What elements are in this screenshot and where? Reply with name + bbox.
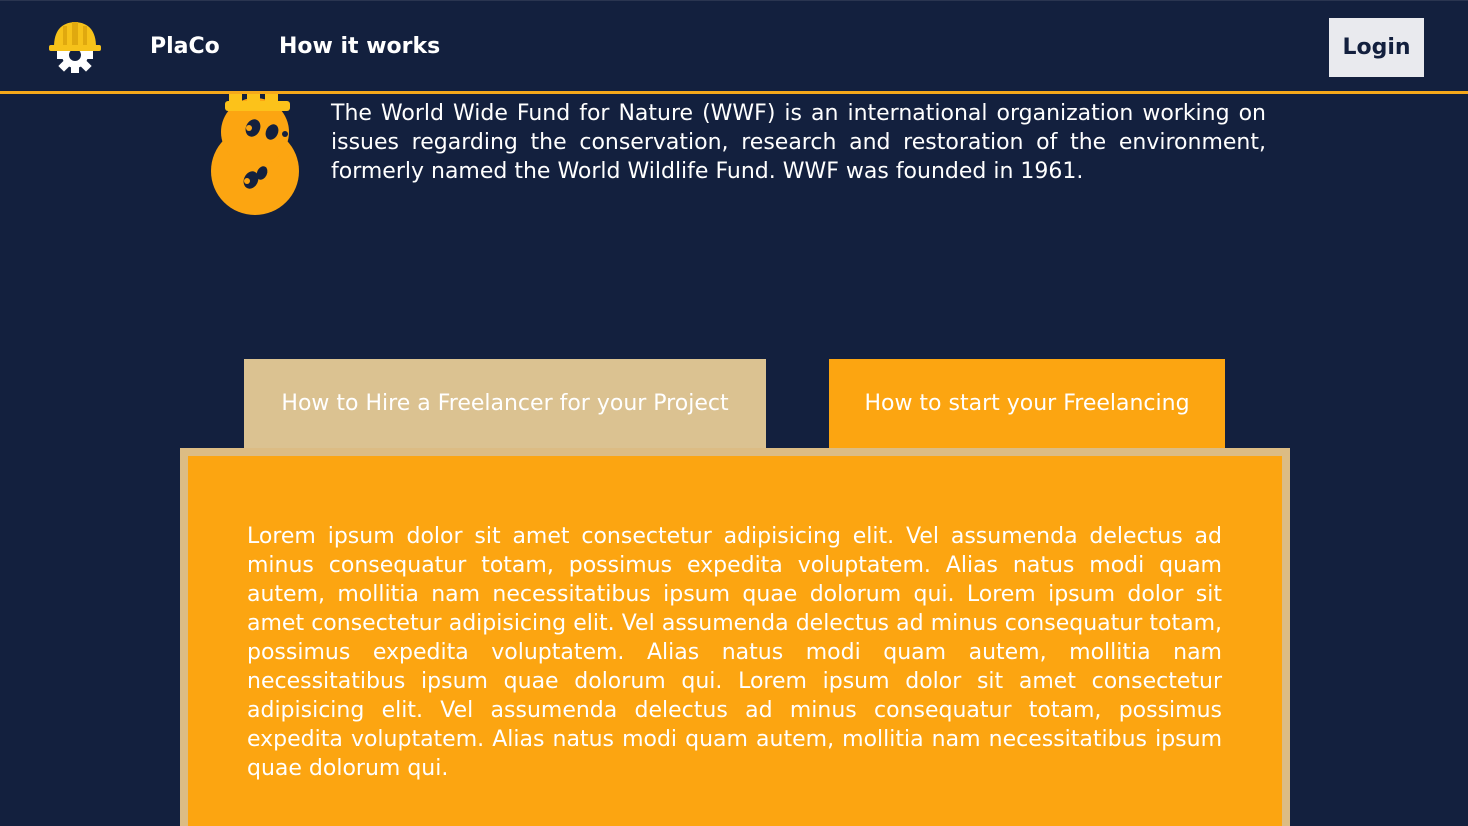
login-button[interactable]: Login [1329,18,1424,77]
brand-link[interactable]: PlaCo [150,33,220,61]
content-panel: Lorem ipsum dolor sit amet consectetur a… [180,448,1290,826]
hardhat-mascot-icon [211,94,299,215]
page: PlaCo How it works Login The World Wide … [0,0,1468,826]
navbar: PlaCo How it works Login [0,0,1468,94]
tab-hire-freelancer[interactable]: How to Hire a Freelancer for your Projec… [244,359,766,448]
panel-text: Lorem ipsum dolor sit amet consectetur a… [247,524,1222,781]
intro-text: The World Wide Fund for Nature (WWF) is … [331,101,1266,184]
tab-start-freelancing[interactable]: How to start your Freelancing [829,359,1225,448]
hardhat-gear-icon[interactable] [46,17,104,75]
how-it-works-link[interactable]: How it works [279,33,440,61]
